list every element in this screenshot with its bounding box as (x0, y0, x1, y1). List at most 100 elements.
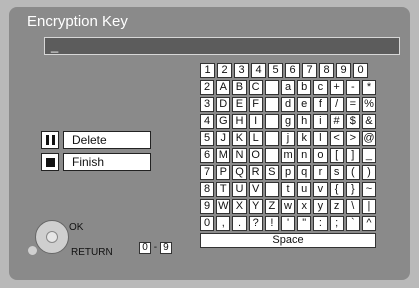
key-button[interactable]: ? (248, 216, 263, 231)
key-button[interactable]: y (313, 199, 328, 214)
key-button[interactable]: \ (345, 199, 360, 214)
key-button[interactable]: 0 (353, 63, 368, 78)
key-button[interactable]: q (297, 165, 312, 180)
delete-button[interactable]: Delete (63, 131, 151, 149)
key-button[interactable]: > (345, 131, 360, 146)
key-button[interactable]: % (361, 97, 377, 112)
key-button[interactable]: @ (361, 131, 377, 146)
key-button[interactable]: u (297, 182, 312, 197)
key-button[interactable]: C (248, 80, 263, 95)
key-button[interactable]: T (216, 182, 231, 197)
key-button[interactable]: c (313, 80, 328, 95)
key-button[interactable]: X (232, 199, 247, 214)
key-button[interactable]: w (280, 199, 296, 214)
key-button[interactable]: B (232, 80, 247, 95)
key-button[interactable]: Q (232, 165, 247, 180)
key-button[interactable]: ) (361, 165, 377, 180)
key-button[interactable]: ! (264, 216, 279, 231)
finish-action[interactable]: Finish (41, 153, 151, 171)
key-button[interactable]: R (248, 165, 263, 180)
key-button[interactable]: e (297, 97, 312, 112)
key-button[interactable]: " (297, 216, 312, 231)
key-button[interactable]: ~ (361, 182, 377, 197)
key-button[interactable]: [ (329, 148, 344, 163)
key-button[interactable]: Z (264, 199, 279, 214)
key-button[interactable]: E (232, 97, 247, 112)
key-button[interactable] (264, 131, 279, 146)
key-button[interactable]: 7 (200, 165, 215, 180)
key-button[interactable]: _ (361, 148, 377, 163)
key-button[interactable]: 4 (251, 63, 266, 78)
key-button[interactable]: 1 (200, 63, 215, 78)
key-button[interactable]: ( (345, 165, 360, 180)
key-button[interactable]: S (264, 165, 279, 180)
key-button[interactable]: H (232, 114, 247, 129)
key-button[interactable]: ; (329, 216, 344, 231)
key-button[interactable]: D (216, 97, 231, 112)
encryption-key-input[interactable]: _ (44, 37, 400, 55)
key-button[interactable]: P (216, 165, 231, 180)
key-button[interactable]: t (280, 182, 296, 197)
key-button[interactable]: 6 (285, 63, 300, 78)
key-button[interactable]: + (329, 80, 344, 95)
key-button[interactable]: d (280, 97, 296, 112)
key-button[interactable]: v (313, 182, 328, 197)
key-button[interactable]: I (248, 114, 263, 129)
key-button[interactable]: f (313, 97, 328, 112)
key-button[interactable]: p (280, 165, 296, 180)
key-button[interactable]: J (216, 131, 231, 146)
key-button[interactable]: V (248, 182, 263, 197)
key-button[interactable]: < (329, 131, 344, 146)
key-button[interactable]: U (232, 182, 247, 197)
key-button[interactable]: z (329, 199, 344, 214)
key-button[interactable]: 6 (200, 148, 215, 163)
key-button[interactable] (264, 80, 279, 95)
key-button[interactable]: | (361, 199, 377, 214)
key-button[interactable]: 3 (200, 97, 215, 112)
key-button[interactable]: { (329, 182, 344, 197)
key-button[interactable]: h (297, 114, 312, 129)
key-button[interactable]: g (280, 114, 296, 129)
key-button[interactable]: j (280, 131, 296, 146)
key-button[interactable]: r (313, 165, 328, 180)
key-button[interactable]: K (232, 131, 247, 146)
key-button[interactable]: ` (345, 216, 360, 231)
key-button[interactable]: : (313, 216, 328, 231)
key-button[interactable]: 0 (200, 216, 215, 231)
finish-button[interactable]: Finish (63, 153, 151, 171)
key-button[interactable]: G (216, 114, 231, 129)
key-button[interactable]: l (313, 131, 328, 146)
key-button[interactable]: # (329, 114, 344, 129)
key-button[interactable]: = (345, 97, 360, 112)
key-button[interactable]: A (216, 80, 231, 95)
key-button[interactable]: L (248, 131, 263, 146)
key-button[interactable]: 9 (336, 63, 351, 78)
key-button[interactable]: F (248, 97, 263, 112)
key-button[interactable]: , (216, 216, 231, 231)
key-button[interactable] (264, 182, 279, 197)
key-button[interactable]: 5 (200, 131, 215, 146)
key-button[interactable]: W (216, 199, 231, 214)
key-button[interactable]: 5 (268, 63, 283, 78)
key-button[interactable]: n (297, 148, 312, 163)
key-button[interactable]: O (248, 148, 263, 163)
key-button[interactable]: 9 (200, 199, 215, 214)
key-button[interactable]: - (345, 80, 360, 95)
key-button[interactable]: ' (280, 216, 296, 231)
key-button[interactable]: ] (345, 148, 360, 163)
key-button[interactable]: 7 (302, 63, 317, 78)
key-button[interactable] (264, 114, 279, 129)
key-button[interactable]: b (297, 80, 312, 95)
key-button[interactable]: m (280, 148, 296, 163)
key-button[interactable]: $ (345, 114, 360, 129)
delete-action[interactable]: Delete (41, 131, 151, 149)
key-button[interactable]: i (313, 114, 328, 129)
key-button[interactable]: k (297, 131, 312, 146)
key-button[interactable]: N (232, 148, 247, 163)
key-button[interactable] (264, 97, 279, 112)
key-button[interactable]: M (216, 148, 231, 163)
key-button[interactable]: . (232, 216, 247, 231)
key-button[interactable]: Y (248, 199, 263, 214)
space-key-button[interactable]: Space (200, 233, 376, 248)
key-button[interactable]: / (329, 97, 344, 112)
